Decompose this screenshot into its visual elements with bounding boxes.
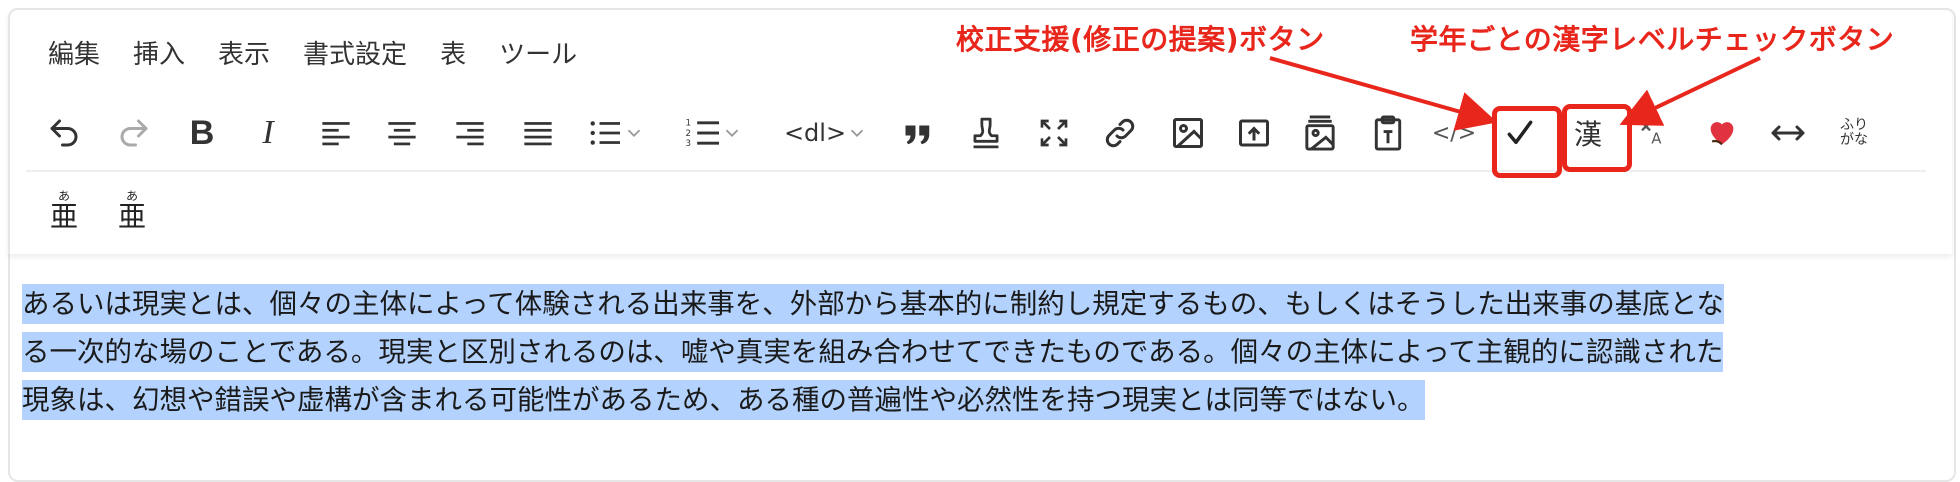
furigana-label-bottom: がな	[1840, 132, 1868, 148]
svg-text:1: 1	[686, 119, 692, 129]
kanji-annotation: 学年ごとの漢字レベルチェックボタン	[1410, 23, 1895, 56]
align-left-button[interactable]	[308, 100, 364, 166]
toolbar-row-2: あ 亜 あ 亜	[26, 180, 326, 242]
menu-format[interactable]: 書式設定	[303, 34, 407, 71]
bullet-list-icon	[590, 121, 620, 145]
definition-list-label: <dl>	[783, 119, 847, 147]
heart-icon	[1710, 122, 1734, 146]
redo-button[interactable]	[106, 100, 162, 166]
stamp-button[interactable]	[958, 100, 1014, 166]
menu-table[interactable]: 表	[440, 34, 466, 71]
align-right-button[interactable]	[442, 100, 498, 166]
bullet-list-button[interactable]	[576, 100, 656, 166]
undo-icon	[50, 119, 78, 147]
svg-text:2: 2	[686, 129, 692, 139]
fullscreen-icon	[1040, 119, 1068, 147]
furigana-label-top: ふり	[1840, 117, 1868, 133]
upload-image-button[interactable]	[1226, 100, 1282, 166]
furigana-button[interactable]: ふり がな	[1826, 100, 1882, 166]
align-justify-icon	[524, 122, 552, 146]
align-center-button[interactable]	[374, 100, 430, 166]
chevron-down-icon[interactable]	[846, 122, 868, 144]
kanji-level-button[interactable]: 漢	[1560, 100, 1616, 166]
editor-content[interactable]: あるいは現実とは、個々の主体によって体験される出来事を、外部から基本的に制約し規…	[22, 280, 1942, 424]
align-justify-button[interactable]	[510, 100, 566, 166]
menu-insert[interactable]: 挿入	[133, 34, 185, 71]
align-left-icon	[322, 122, 350, 146]
ruby-base-2: 亜	[117, 200, 146, 233]
definition-list-button[interactable]: <dl>	[774, 100, 878, 166]
clear-format-icon: A	[1641, 121, 1661, 148]
checkmark-icon	[1507, 120, 1533, 145]
source-code-button[interactable]: </>	[1426, 100, 1482, 166]
svg-text:3: 3	[686, 139, 692, 149]
menu-view[interactable]: 表示	[218, 34, 270, 71]
align-center-icon	[388, 122, 416, 146]
numbered-list-button[interactable]: 123	[674, 100, 754, 166]
ruby-base-1: 亜	[49, 200, 78, 233]
image-gallery-button[interactable]	[1292, 100, 1348, 166]
proofread-annotation: 校正支援(修正の提案)ボタン	[956, 23, 1325, 56]
horizontal-arrows-icon	[1771, 125, 1805, 141]
menu-edit[interactable]: 編集	[48, 34, 100, 71]
ruby-button-2[interactable]: あ 亜	[104, 180, 160, 242]
menu-bar: 編集 挿入 表示 書式設定 表 ツール	[48, 32, 610, 72]
upload-image-icon	[1239, 119, 1269, 147]
selected-text-1: あるいは現実とは、個々の主体によって体験される出来事を、外部から基本的に制約し規…	[22, 284, 1724, 324]
stamp-icon	[973, 117, 999, 149]
clear-format-button[interactable]: A	[1626, 100, 1682, 166]
undo-button[interactable]	[36, 100, 92, 166]
blockquote-button[interactable]	[890, 100, 946, 166]
image-gallery-icon	[1305, 115, 1335, 151]
toolbar-divider	[26, 170, 1926, 172]
link-icon	[1105, 118, 1135, 148]
image-icon	[1173, 118, 1203, 148]
numbered-list-icon: 123	[686, 119, 719, 149]
italic-button[interactable]: I	[240, 100, 296, 166]
bold-button[interactable]: B	[174, 100, 230, 166]
content-line-1: あるいは現実とは、個々の主体によって体験される出来事を、外部から基本的に制約し規…	[22, 280, 1942, 328]
content-line-3: 現象は、幻想や錯誤や虚構が含まれる可能性があるため、ある種の普遍性や必然性を持つ…	[22, 376, 1942, 424]
toolbar-row-1: B I 123 <dl> </> 漢 A ふり がな	[26, 100, 1946, 166]
fullscreen-button[interactable]	[1026, 100, 1082, 166]
menu-tools[interactable]: ツール	[499, 34, 577, 71]
ruby-button-1[interactable]: あ 亜	[36, 180, 92, 242]
quote-icon	[905, 125, 930, 145]
chevron-down-icon[interactable]	[721, 122, 743, 144]
horizontal-arrows-button[interactable]	[1760, 100, 1816, 166]
paste-text-icon	[1374, 115, 1402, 151]
proofread-button[interactable]	[1492, 100, 1548, 166]
favorite-button[interactable]	[1694, 100, 1750, 166]
image-button[interactable]	[1160, 100, 1216, 166]
chevron-down-icon[interactable]	[623, 122, 645, 144]
svg-text:A: A	[1651, 131, 1661, 148]
selected-text-2: る一次的な場のことである。現実と区別されるのは、嘘や真実を組み合わせてできたもの…	[22, 332, 1724, 372]
redo-icon	[120, 119, 148, 147]
selected-text-3: 現象は、幻想や錯誤や虚構が含まれる可能性があるため、ある種の普遍性や必然性を持つ…	[22, 380, 1425, 420]
link-button[interactable]	[1092, 100, 1148, 166]
align-right-icon	[456, 122, 484, 146]
content-line-2: る一次的な場のことである。現実と区別されるのは、嘘や真実を組み合わせてできたもの…	[22, 328, 1942, 376]
paste-text-button[interactable]	[1360, 100, 1416, 166]
